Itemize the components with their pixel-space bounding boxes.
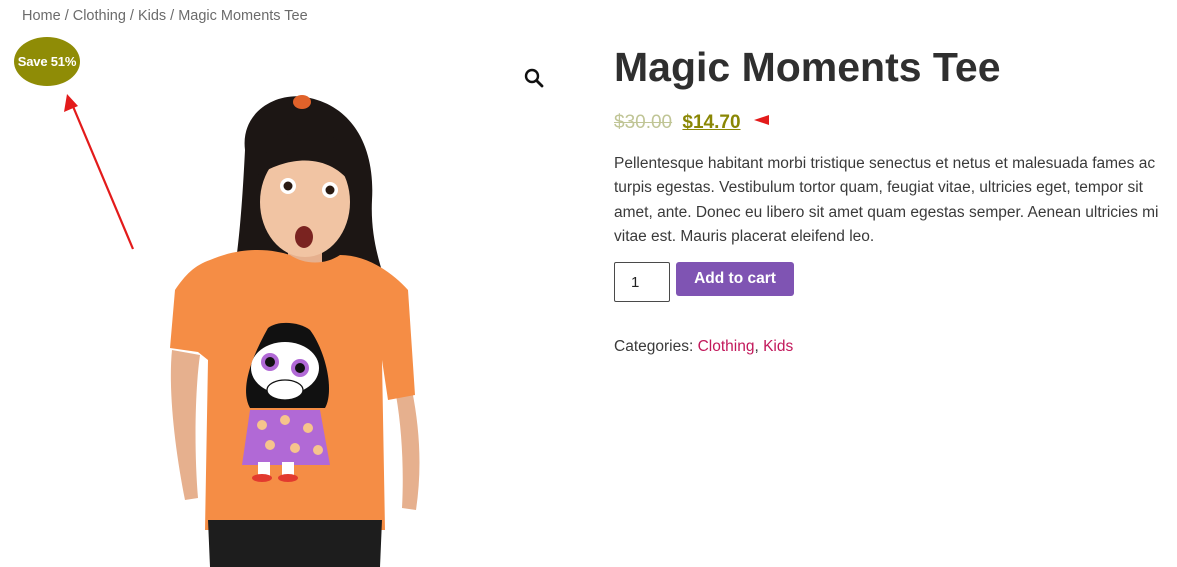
breadcrumb-separator: / [129,8,134,24]
regular-price: $30.00 [614,112,673,133]
category-link-clothing[interactable]: Clothing [698,338,755,355]
breadcrumb-separator: / [170,8,175,24]
breadcrumb: Home / Clothing / Kids / Magic Moments Tee [22,8,308,24]
breadcrumb-home[interactable]: Home [22,8,61,24]
breadcrumb-current: Magic Moments Tee [178,8,308,24]
breadcrumb-clothing[interactable]: Clothing [73,8,126,24]
quantity-input[interactable] [614,262,670,302]
add-to-cart-button[interactable]: Add to cart [676,262,794,296]
sale-badge: Save 51% [14,37,80,86]
sale-price: $14.70 [682,112,741,133]
breadcrumb-kids[interactable]: Kids [138,8,166,24]
product-description: Pellentesque habitant morbi tristique se… [614,155,1159,245]
categories-label: Categories: [614,338,694,355]
product-categories: Categories: Clothing, Kids [614,338,794,355]
price: $30.00 $14.70 [614,112,741,134]
breadcrumb-separator: / [64,8,69,24]
magnifier-icon[interactable] [522,66,546,90]
product-title: Magic Moments Tee [614,44,1001,90]
category-link-kids[interactable]: Kids [763,338,793,355]
product-image[interactable] [150,90,440,567]
